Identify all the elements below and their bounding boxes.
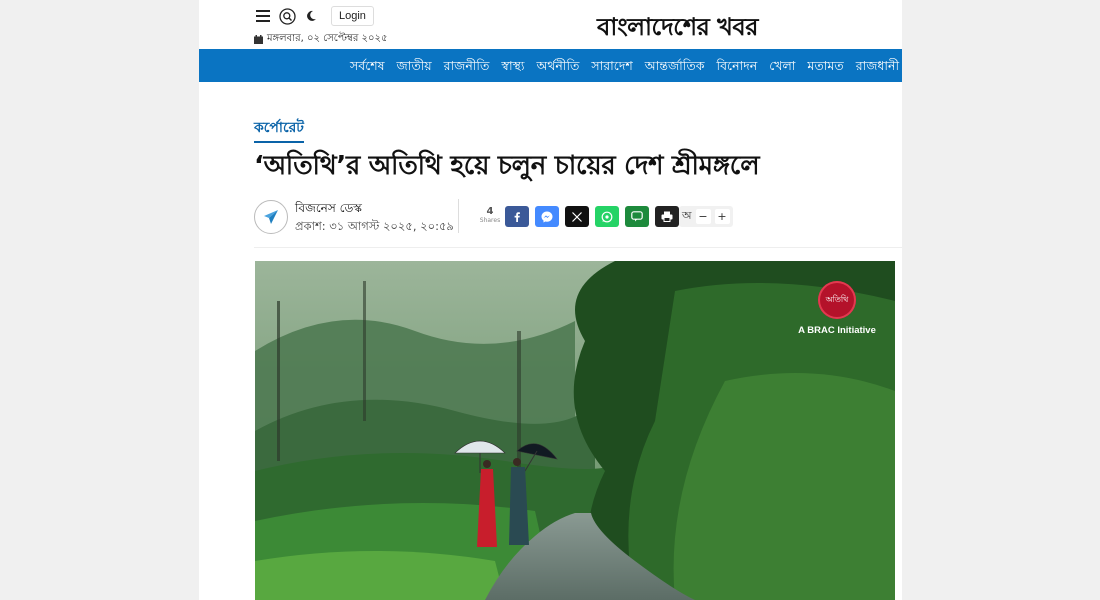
brand-badge-logo: অতিথি	[818, 281, 856, 319]
font-increase-button[interactable]: +	[714, 209, 730, 224]
nav-item[interactable]: রাজনীতি	[438, 49, 496, 82]
nav-item[interactable]: বিনোদন	[711, 49, 764, 82]
nav-item[interactable]: আন্তর্জাতিক	[639, 49, 711, 82]
top-bar: Login মঙ্গলবার, ০২ সেপ্টেম্বর ২০২৫ বাংলা…	[199, 0, 902, 49]
whatsapp-share-button[interactable]	[595, 206, 619, 227]
chat-icon	[631, 211, 643, 222]
facebook-share-button[interactable]	[505, 206, 529, 227]
nav-item[interactable]: স্বাস্থ্য	[495, 49, 530, 82]
share-count-label: Shares	[479, 217, 501, 224]
login-button[interactable]: Login	[331, 6, 374, 26]
nav-item[interactable]: অর্থনীতি	[531, 49, 586, 82]
calendar-icon	[254, 35, 263, 44]
share-count-number: 4	[486, 206, 494, 217]
nav-items: সর্বশেষ জাতীয় রাজনীতি স্বাস্থ্য অর্থনীতি সার…	[344, 49, 902, 82]
nav-item[interactable]: সারাদেশ	[585, 49, 638, 82]
site-logo[interactable]: বাংলাদেশের খবর	[597, 9, 758, 49]
category-link[interactable]: কর্পোরেট	[254, 116, 304, 143]
nav-item[interactable]: খেলা	[763, 49, 801, 82]
print-button[interactable]	[655, 206, 679, 227]
main-nav: সর্বশেষ জাতীয় রাজনীতি স্বাস্থ্য অর্থনীতি সার…	[199, 49, 902, 82]
author-row: বিজনেস ডেস্ক প্রকাশ: ৩১ আগস্ট ২০২৫, ২০:৫…	[254, 198, 902, 236]
page: Login মঙ্গলবার, ০২ সেপ্টেম্বর ২০২৫ বাংলা…	[199, 0, 902, 600]
nav-item[interactable]: মতামত	[801, 49, 849, 82]
date-line: মঙ্গলবার, ০২ সেপ্টেম্বর ২০২৫	[254, 31, 388, 48]
brand-tagline: A BRAC Initiative	[798, 325, 876, 336]
current-date: মঙ্গলবার, ০২ সেপ্টেম্বর ২০২৫	[267, 33, 388, 44]
brand-overlay: অতিথি A BRAC Initiative	[792, 281, 882, 336]
article-photo: অতিথি A BRAC Initiative	[255, 261, 895, 600]
facebook-icon	[514, 211, 520, 222]
messenger-share-button[interactable]	[535, 206, 559, 227]
nav-item[interactable]: জাতীয়	[391, 49, 438, 82]
article-headline: ‘অতিথি’র অতিথি হয়ে চলুন চায়ের দেশ শ্রী…	[254, 151, 760, 181]
divider	[458, 199, 459, 233]
share-buttons	[505, 206, 679, 227]
author-avatar	[254, 200, 288, 234]
nav-item[interactable]: রাজধানী	[850, 49, 902, 82]
divider	[254, 247, 902, 248]
share-count: 4 Shares	[479, 207, 501, 225]
print-icon	[661, 211, 673, 222]
publish-date: প্রকাশ: ৩১ আগস্ট ২০২৫, ২০:৫৯	[295, 219, 454, 233]
top-bar-tools: Login	[253, 6, 374, 26]
nav-item[interactable]: সর্বশেষ	[344, 49, 391, 82]
line-share-button[interactable]	[625, 206, 649, 227]
moon-icon[interactable]	[301, 6, 321, 26]
x-share-button[interactable]	[565, 206, 589, 227]
send-icon	[264, 210, 278, 224]
search-icon[interactable]	[277, 6, 297, 26]
author-name[interactable]: বিজনেস ডেস্ক	[295, 200, 362, 220]
font-size-control: অ − +	[679, 206, 733, 227]
font-decrease-button[interactable]: −	[695, 209, 711, 224]
messenger-icon	[541, 211, 553, 222]
menu-icon[interactable]	[253, 6, 273, 26]
x-icon	[572, 211, 582, 222]
font-size-label: অ	[682, 209, 692, 222]
whatsapp-icon	[601, 211, 613, 222]
